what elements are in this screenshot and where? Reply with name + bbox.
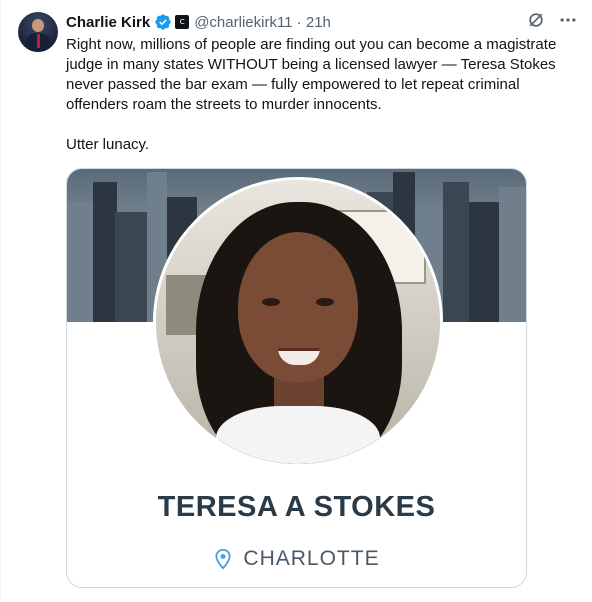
media-card[interactable]: TERESA A STOKES CHARLOTTE xyxy=(66,168,527,588)
location-city: CHARLOTTE xyxy=(243,547,380,570)
person-name: TERESA A STOKES xyxy=(157,491,436,523)
location-row: CHARLOTTE xyxy=(67,547,526,571)
tweet-paragraph-1: Right now, millions of people are findin… xyxy=(66,36,557,113)
avatar[interactable] xyxy=(18,12,58,52)
profile-photo xyxy=(153,177,443,467)
author-name[interactable]: Charlie Kirk xyxy=(66,14,150,31)
tweet-text: Right now, millions of people are findin… xyxy=(66,35,576,155)
verified-badge-icon xyxy=(155,14,171,30)
handle-and-time[interactable]: @charliekirk11 · 21h xyxy=(194,14,331,31)
tweet-paragraph-2: Utter lunacy. xyxy=(66,136,150,153)
affiliation-badge[interactable]: C xyxy=(175,15,190,29)
tweet-actions-top xyxy=(526,10,578,30)
tweet-header: Charlie Kirk C @charliekirk11 · 21h xyxy=(66,11,331,33)
grok-icon[interactable] xyxy=(526,10,546,30)
more-icon[interactable] xyxy=(558,10,578,30)
left-divider xyxy=(0,0,1,602)
location-pin-icon xyxy=(215,548,231,570)
